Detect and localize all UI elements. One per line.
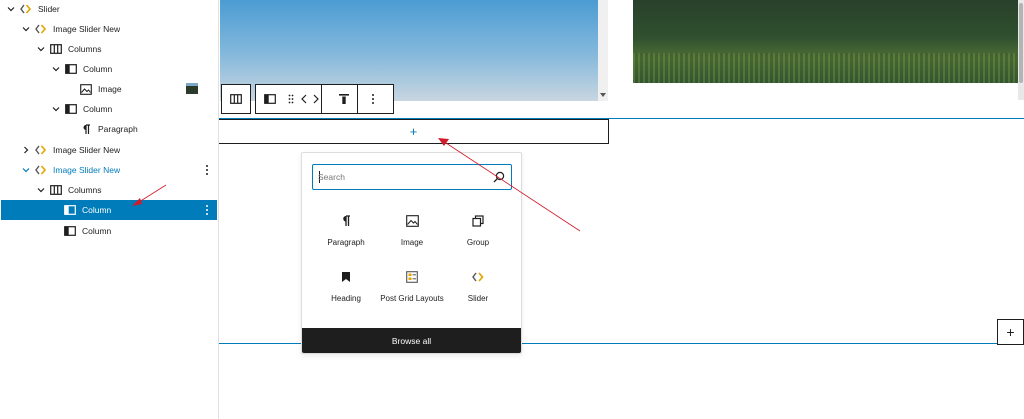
annotation-arrows bbox=[132, 138, 581, 232]
annotation-arrow-appender bbox=[438, 138, 581, 232]
annotation-arrow-sidebar bbox=[132, 184, 167, 206]
